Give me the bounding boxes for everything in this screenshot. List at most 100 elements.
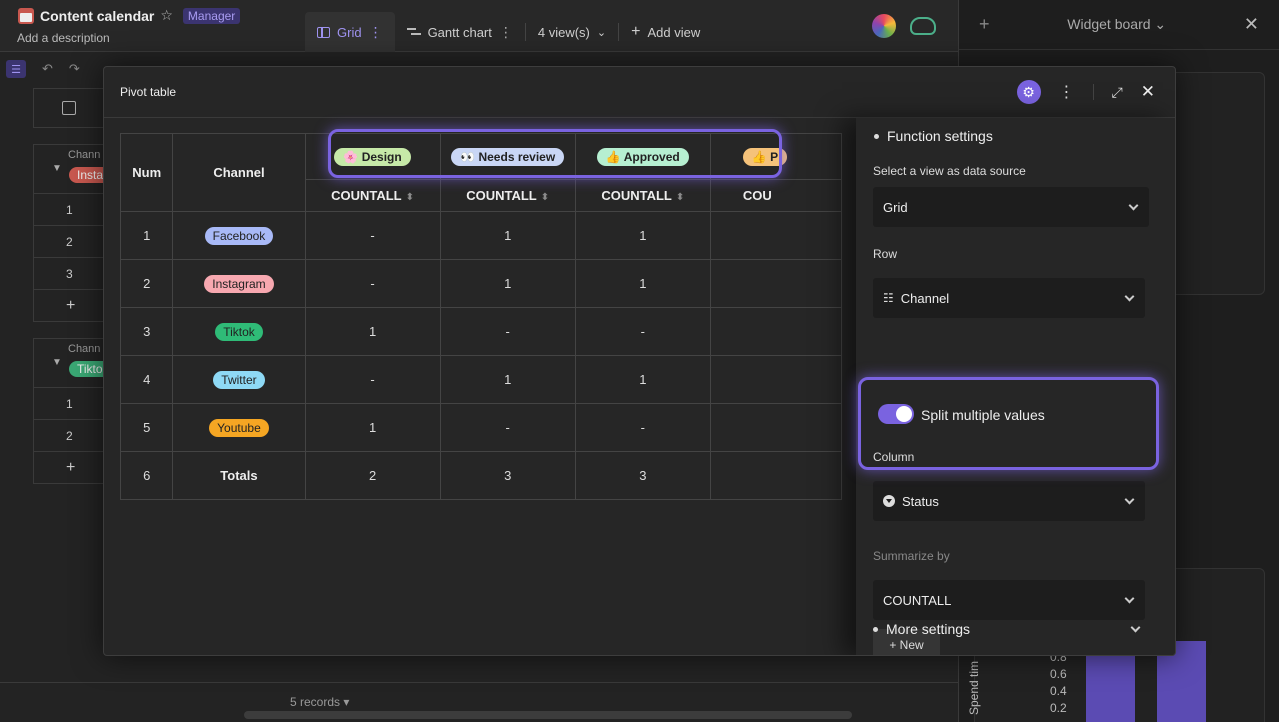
tab-label: Grid bbox=[337, 24, 362, 40]
settings-gear-icon[interactable]: ⚙ bbox=[1016, 80, 1041, 104]
group-label: Chann bbox=[68, 343, 101, 355]
more-settings-toggle[interactable]: More settings bbox=[873, 621, 970, 637]
cell-value[interactable] bbox=[709, 259, 842, 308]
sidebar-toggle-icon[interactable]: ☰ bbox=[6, 60, 26, 78]
modal-header: Pivot table ⚙ ⋮ ⤢ ✕ bbox=[104, 67, 1175, 118]
records-count[interactable]: 5 records ▾ bbox=[290, 695, 349, 709]
row-channel: Tiktok bbox=[172, 307, 306, 356]
row-num: 6 bbox=[120, 451, 174, 500]
cell-value[interactable]: - bbox=[439, 403, 576, 452]
channel-tag: Facebook bbox=[204, 226, 274, 245]
row-channel: Instagram bbox=[172, 259, 306, 308]
status-label: Needs review bbox=[478, 149, 556, 164]
expand-icon[interactable]: ⤢ bbox=[1112, 84, 1123, 101]
row-num: 4 bbox=[120, 355, 174, 404]
cell-value[interactable] bbox=[709, 211, 842, 260]
star-icon[interactable]: ☆ bbox=[160, 7, 173, 24]
group-header[interactable]: ▼ Chann Insta bbox=[33, 144, 112, 194]
cell-value[interactable]: 1 bbox=[574, 211, 711, 260]
sort-icon[interactable]: ⬍ bbox=[676, 192, 684, 203]
add-view-label: Add view bbox=[647, 24, 701, 40]
cell-value[interactable]: - bbox=[304, 259, 441, 308]
chevron-down-icon[interactable]: ▼ bbox=[52, 163, 62, 174]
chevron-down-icon bbox=[1124, 291, 1135, 301]
status-emoji: 👍 bbox=[751, 149, 767, 164]
modal-actions: ⚙ ⋮ ⤢ ✕ bbox=[1016, 80, 1155, 104]
add-widget-icon[interactable]: + bbox=[979, 14, 990, 35]
app-title[interactable]: Content calendar bbox=[40, 8, 154, 24]
cell-value[interactable] bbox=[709, 307, 842, 356]
cell-value[interactable] bbox=[709, 355, 842, 404]
measure-header[interactable]: COUNTALL ⬍ bbox=[304, 179, 441, 212]
measure-header[interactable]: COUNTALL ⬍ bbox=[439, 179, 576, 212]
sort-icon[interactable]: ⬍ bbox=[541, 192, 549, 203]
group-header[interactable]: ▼ Chann Tikto bbox=[33, 338, 111, 388]
measure-header[interactable]: COUNTALL ⬍ bbox=[574, 179, 711, 212]
app-logo-icon[interactable] bbox=[872, 14, 896, 38]
status-icon bbox=[883, 495, 895, 507]
app-description[interactable]: Add a description bbox=[17, 31, 110, 45]
status-header: 👍 P bbox=[709, 133, 842, 180]
tab-gantt-chart[interactable]: Gantt chart ⋮ bbox=[395, 12, 525, 52]
cloud-icon[interactable] bbox=[910, 17, 936, 35]
select-all-checkbox[interactable] bbox=[33, 88, 103, 128]
add-row-button[interactable]: + bbox=[33, 452, 103, 484]
table-row[interactable]: 2 bbox=[33, 226, 103, 258]
more-icon[interactable]: ⋮ bbox=[499, 24, 513, 41]
table-row[interactable]: 3 bbox=[33, 258, 103, 290]
table-row: 4 Twitter - 1 1 bbox=[120, 355, 842, 404]
chevron-down-icon: ⌄ bbox=[596, 26, 607, 39]
redo-icon[interactable]: ↷ bbox=[69, 61, 80, 77]
cell-value[interactable]: 1 bbox=[574, 355, 711, 404]
chevron-down-icon[interactable]: ▼ bbox=[52, 357, 62, 368]
calendar-icon bbox=[18, 7, 34, 24]
chevron-down-icon bbox=[1128, 200, 1139, 210]
data-source-select[interactable]: Grid bbox=[873, 187, 1149, 227]
plus-icon: + bbox=[631, 23, 641, 40]
total-value: 3 bbox=[574, 451, 711, 500]
table-row[interactable]: 1 bbox=[33, 194, 103, 226]
sort-icon[interactable]: ⬍ bbox=[406, 192, 414, 203]
cell-value[interactable]: 1 bbox=[439, 355, 576, 404]
row-num: 1 bbox=[120, 211, 174, 260]
close-icon[interactable]: ✕ bbox=[1244, 14, 1259, 35]
tab-label: Gantt chart bbox=[427, 24, 492, 40]
status-tag: 🌸 Design bbox=[334, 147, 411, 166]
status-tag: 👍 P bbox=[742, 147, 788, 166]
cell-value[interactable]: 1 bbox=[304, 307, 441, 356]
status-emoji: 🌸 bbox=[343, 149, 359, 164]
column-select[interactable]: Status bbox=[873, 481, 1145, 521]
cell-value[interactable]: - bbox=[574, 307, 711, 356]
row-num: 2 bbox=[120, 259, 174, 308]
status-emoji: 👍 bbox=[605, 149, 621, 164]
more-icon[interactable]: ⋮ bbox=[369, 24, 383, 41]
status-header: 🌸 Design bbox=[304, 133, 441, 180]
cell-value[interactable]: - bbox=[439, 307, 576, 356]
cell-value[interactable]: 1 bbox=[439, 259, 576, 308]
cell-value[interactable] bbox=[709, 403, 842, 452]
row-select[interactable]: ☷ Channel bbox=[873, 278, 1145, 318]
horizontal-scrollbar[interactable] bbox=[244, 711, 852, 719]
add-row-button[interactable]: + bbox=[33, 290, 103, 322]
cell-value[interactable]: - bbox=[304, 355, 441, 404]
tab-grid[interactable]: Grid ⋮ bbox=[305, 12, 395, 52]
cell-value[interactable]: - bbox=[574, 403, 711, 452]
summarize-select[interactable]: COUNTALL bbox=[873, 580, 1145, 620]
add-view-button[interactable]: + Add view bbox=[619, 12, 712, 52]
measure-header[interactable]: COU bbox=[709, 179, 842, 212]
widget-board-dropdown[interactable]: Widget board ⌄ bbox=[1067, 16, 1166, 33]
table-row[interactable]: 1 bbox=[33, 388, 103, 420]
total-value: 3 bbox=[439, 451, 576, 500]
row-channel: Twitter bbox=[172, 355, 306, 404]
cell-value[interactable]: 1 bbox=[439, 211, 576, 260]
undo-icon[interactable]: ↶ bbox=[42, 61, 53, 77]
cell-value[interactable]: 1 bbox=[304, 403, 441, 452]
close-icon[interactable]: ✕ bbox=[1141, 82, 1155, 102]
cell-value[interactable]: 1 bbox=[574, 259, 711, 308]
cell-value[interactable]: - bbox=[304, 211, 441, 260]
split-values-toggle[interactable] bbox=[878, 404, 914, 424]
header-channel: Channel bbox=[172, 133, 306, 212]
more-options-icon[interactable]: ⋮ bbox=[1059, 82, 1075, 102]
views-dropdown[interactable]: 4 view(s) ⌄ bbox=[526, 12, 618, 52]
table-row[interactable]: 2 bbox=[33, 420, 103, 452]
